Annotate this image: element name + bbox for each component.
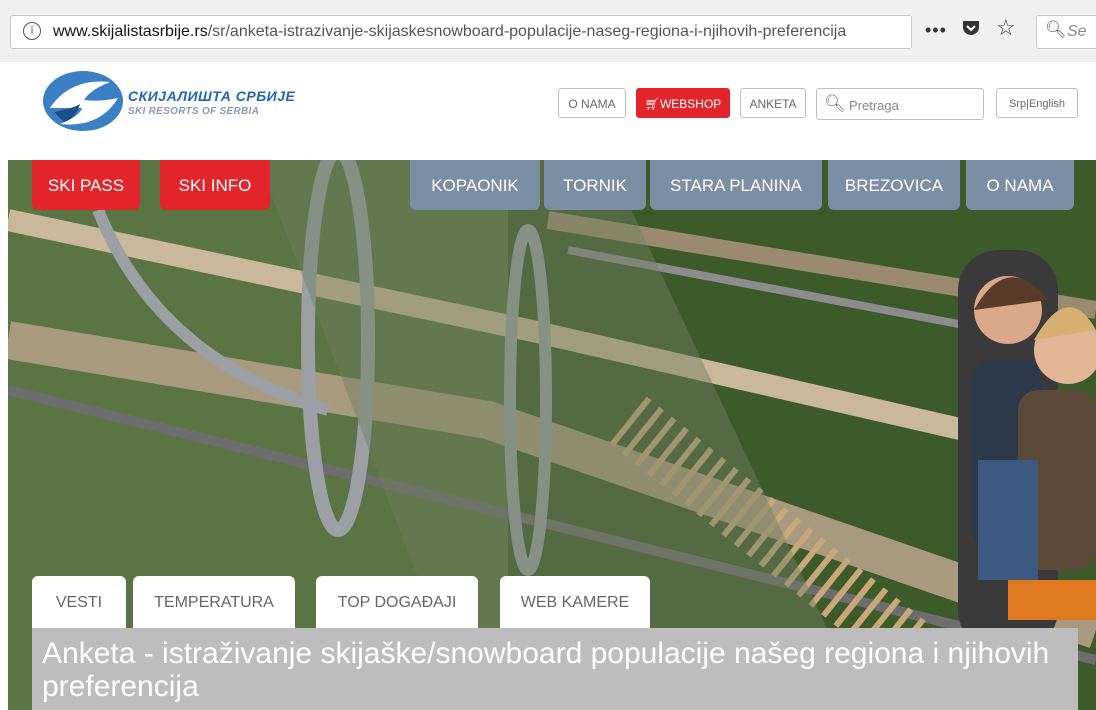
search-icon: 🔍︎ — [824, 94, 846, 113]
logo-title[interactable]: СКИЈАЛИШТА СРБИЈЕ — [128, 88, 295, 104]
logo-icon[interactable] — [40, 68, 126, 134]
url-path: /sr/anketa-istrazivanje-skijaskesnowboar… — [207, 23, 847, 40]
webshop-button[interactable]: 🛒︎WEBSHOP — [636, 88, 730, 118]
site-search[interactable]: 🔍︎ — [816, 88, 984, 120]
page-title: Anketa - istraživanje skijaške/snowboard… — [42, 637, 1050, 703]
search-input[interactable] — [847, 94, 981, 116]
nav-tab-kopaonik[interactable]: KOPAONIK — [410, 160, 540, 210]
nav-tab-tornik[interactable]: TORNIK — [544, 160, 646, 210]
nav-tab-ski-pass[interactable]: SKI PASS — [32, 160, 140, 210]
pocket-icon[interactable] — [960, 17, 982, 39]
nav-tab-stara-planina[interactable]: STARA PLANINA — [650, 160, 822, 210]
browser-search-placeholder: Se — [1067, 23, 1087, 40]
tab-temperatura[interactable]: TEMPERATURA — [133, 576, 295, 628]
info-icon[interactable]: i — [23, 22, 41, 40]
webshop-label: WEBSHOP — [659, 97, 722, 111]
tab-web-kamere[interactable]: WEB KAMERE — [500, 576, 650, 628]
logo-subtitle: SKI RESORTS OF SERBIA — [128, 106, 260, 117]
cart-icon: 🛒︎ — [644, 97, 660, 111]
nav-tab-o-nama[interactable]: O NAMA — [966, 160, 1074, 210]
anketa-button[interactable]: ANKETA — [740, 88, 806, 118]
url-domain: www.skijalistasrbije.rs — [53, 23, 208, 40]
more-icon[interactable]: ••• — [925, 20, 947, 41]
address-bar[interactable]: i www.skijalistasrbije.rs/sr/anketa-istr… — [10, 15, 912, 49]
tab-vesti[interactable]: VESTI — [32, 576, 126, 628]
browser-search-box[interactable]: 🔍︎ Se — [1036, 15, 1096, 49]
language-switch[interactable]: Srp|English — [996, 88, 1078, 118]
browser-toolbar: i www.skijalistasrbije.rs/sr/anketa-istr… — [0, 0, 1096, 62]
url-text[interactable]: www.skijalistasrbije.rs/sr/anketa-istraz… — [53, 23, 846, 41]
o-nama-button[interactable]: O NAMA — [558, 88, 626, 118]
star-icon[interactable]: ☆ — [996, 15, 1016, 41]
search-icon: 🔍︎ — [1045, 20, 1067, 39]
nav-tab-brezovica[interactable]: BREZOVICA — [828, 160, 960, 210]
nav-tab-ski-info[interactable]: SKI INFO — [160, 160, 270, 210]
tab-top-dogadjaji[interactable]: TOP DOGAĐAJI — [316, 576, 478, 628]
